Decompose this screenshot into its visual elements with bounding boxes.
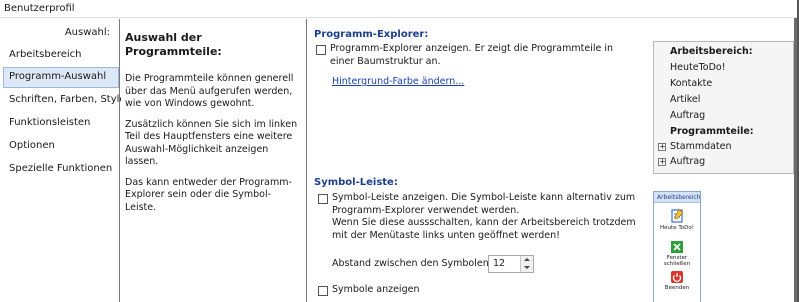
description-paragraph: Das kann entweder der Programm-Explorer … xyxy=(125,176,292,213)
explorer-checkbox[interactable] xyxy=(316,45,326,55)
background-color-link[interactable]: Hintergrund-Farbe ändern... xyxy=(332,76,464,87)
tree-item-label: Stammdaten xyxy=(670,141,732,152)
notepad-icon xyxy=(671,208,684,223)
symbolbar-preview: Arbeitsbereich Heute ToDo! Fenster schli… xyxy=(653,191,701,302)
preview-item-heute-todo: Heute ToDo! xyxy=(654,208,700,231)
main-panel: Programm-Explorer: Programm-Explorer anz… xyxy=(308,19,796,302)
symbolbar-text-1: Symbol-Leiste anzeigen. Die Symbol-Leist… xyxy=(332,192,636,216)
description-panel: Auswahl der Programmteile: Die Programmt… xyxy=(121,19,307,302)
tree-item-expandable: + Stammdaten xyxy=(658,141,732,152)
spacing-stepper[interactable]: 12 xyxy=(488,255,534,273)
symbolbar-checkbox[interactable] xyxy=(318,194,328,204)
tree-item: Kontakte xyxy=(670,78,713,89)
nav-item-funktionsleisten[interactable]: Funktionsleisten xyxy=(4,114,118,135)
nav-item-arbeitsbereich[interactable]: Arbeitsbereich xyxy=(4,46,118,67)
tree-item-label: Auftrag xyxy=(670,156,706,167)
chevron-up-icon[interactable] xyxy=(524,258,530,261)
preview-item-label: Beenden xyxy=(664,285,690,291)
nav-header: Auswahl: xyxy=(64,27,110,38)
nav-item-programm-auswahl[interactable]: Programm-Auswahl xyxy=(3,67,119,88)
close-windows-icon xyxy=(671,241,683,253)
symbolbar-checkbox-label: Symbol-Leiste anzeigen. Die Symbol-Leist… xyxy=(332,192,650,242)
description-paragraph: Zusätzlich können Sie sich im linken Tei… xyxy=(125,118,298,168)
symbolbar-section-title: Symbol-Leiste: xyxy=(314,177,398,188)
expand-icon: + xyxy=(658,141,666,151)
tree-item: Arbeitsbereich: xyxy=(670,46,753,57)
symbols-checkbox-label: Symbole anzeigen xyxy=(332,284,420,295)
preview-item-beenden: Beenden xyxy=(654,270,700,291)
preview-item-fenster-schliessen: Fenster schließen xyxy=(654,240,700,267)
power-icon xyxy=(671,271,683,283)
tree-item: Artikel xyxy=(670,94,701,105)
window-title: Benutzerprofil xyxy=(0,0,797,18)
explorer-preview: Arbeitsbereich: HeuteToDo! Kontakte Arti… xyxy=(653,41,794,174)
tree-item: Auftrag xyxy=(670,110,706,121)
symbolbar-text-2: Wenn Sie diese aussschalten, kann der Ar… xyxy=(332,217,636,241)
spacing-label: Abstand zwischen den Symbolen: xyxy=(332,258,492,269)
symbols-checkbox[interactable] xyxy=(318,286,328,296)
explorer-checkbox-label: Programm-Explorer anzeigen. Er zeigt die… xyxy=(330,43,614,67)
expand-icon: + xyxy=(658,156,666,166)
preview-item-label: Fenster schließen xyxy=(663,255,691,267)
nav-item-optionen[interactable]: Optionen xyxy=(4,137,118,158)
chevron-down-icon[interactable] xyxy=(524,266,530,269)
nav-panel: Auswahl: Arbeitsbereich Programm-Auswahl… xyxy=(0,19,126,302)
description-paragraph: Die Programmteile können generell über d… xyxy=(125,73,294,109)
explorer-section-title: Programm-Explorer: xyxy=(314,29,429,40)
window-border xyxy=(794,18,797,302)
window: Benutzerprofil Auswahl: Arbeitsbereich P… xyxy=(0,0,799,302)
tree-item-expandable: + Auftrag xyxy=(658,156,705,167)
description-title: Auswahl der Programmteile: xyxy=(125,31,222,58)
tree-item: HeuteToDo! xyxy=(670,62,726,73)
nav-item-schriften[interactable]: Schriften, Farben, Style xyxy=(4,91,126,112)
tree-item: Programmteile: xyxy=(670,126,754,137)
spinner-buttons[interactable] xyxy=(520,256,533,272)
preview-item-label: Heute ToDo! xyxy=(660,225,694,231)
nav-item-spezielle-funktionen[interactable]: Spezielle Funktionen xyxy=(4,160,118,181)
spacing-value: 12 xyxy=(493,258,506,269)
symbolbar-preview-header: Arbeitsbereich xyxy=(654,192,701,203)
